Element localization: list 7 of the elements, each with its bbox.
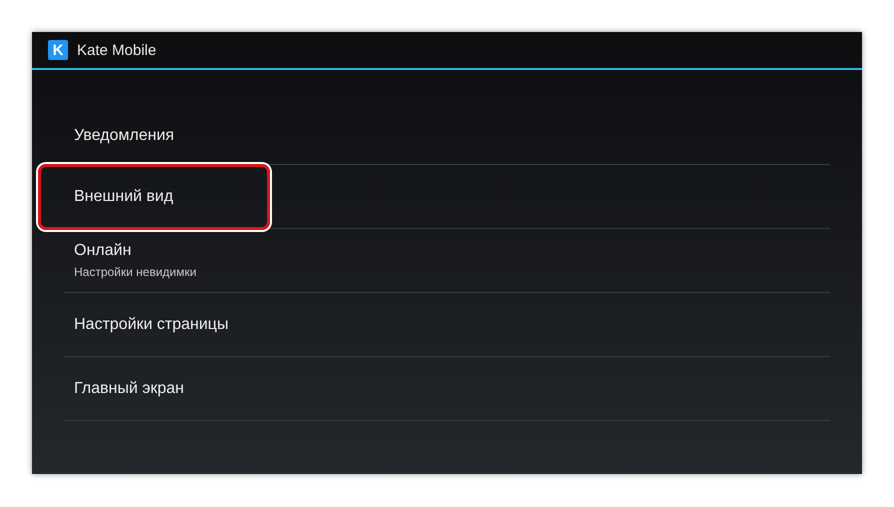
settings-item[interactable]: Настройки страницы [38, 292, 270, 358]
app-title: Kate Mobile [77, 42, 156, 58]
settings-item[interactable]: Онлайн Настройки невидимки [38, 228, 270, 294]
settings-item[interactable]: Внешний вид [38, 164, 270, 230]
settings-item[interactable]: Уведомления [38, 124, 270, 148]
app-logo: K [48, 40, 68, 60]
settings-item[interactable]: Главный экран [38, 356, 270, 422]
